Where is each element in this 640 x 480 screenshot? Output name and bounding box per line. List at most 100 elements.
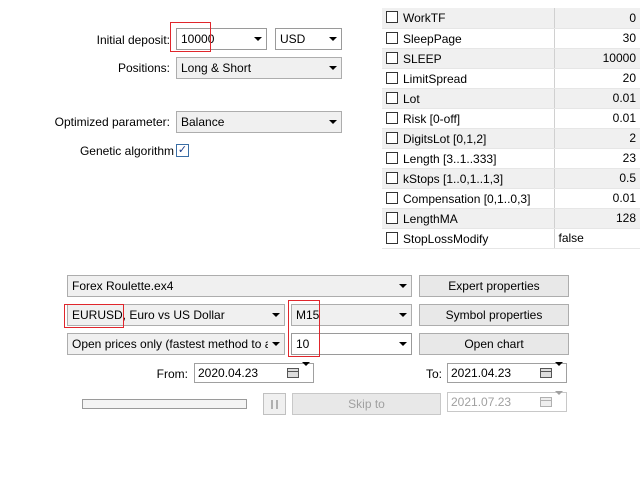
- parameter-row[interactable]: Compensation [0,1..0,3] 0.01: [382, 188, 640, 209]
- symbol-properties-button[interactable]: Symbol properties: [419, 304, 569, 326]
- parameter-name-cell: WorkTF: [382, 8, 555, 29]
- parameter-value[interactable]: 0.01: [554, 88, 640, 109]
- checkbox-icon[interactable]: [386, 91, 398, 104]
- parameter-value[interactable]: 10000: [554, 48, 640, 69]
- parameter-value[interactable]: 20: [554, 68, 640, 89]
- parameter-value[interactable]: 128: [554, 208, 640, 229]
- genetic-algorithm-checkbox[interactable]: ✓: [176, 144, 189, 157]
- checkbox-icon[interactable]: [386, 111, 398, 124]
- expert-properties-button[interactable]: Expert properties: [419, 275, 569, 297]
- chevron-down-icon[interactable]: [325, 29, 341, 49]
- parameter-name: LimitSpread: [403, 71, 468, 86]
- checkbox-icon[interactable]: [386, 31, 398, 44]
- parameter-value[interactable]: 0.01: [554, 188, 640, 209]
- parameter-row[interactable]: SLEEP 10000: [382, 48, 640, 69]
- chevron-down-icon[interactable]: [268, 334, 284, 354]
- parameter-name: Length [3..1..333]: [403, 151, 497, 166]
- chevron-down-icon[interactable]: [268, 305, 284, 325]
- parameter-name-cell: Risk [0-off]: [382, 108, 555, 129]
- parameter-row[interactable]: WorkTF 0: [382, 8, 640, 29]
- parameter-name-cell: DigitsLot [0,1,2]: [382, 128, 555, 149]
- chevron-down-icon[interactable]: [250, 29, 266, 49]
- checkbox-icon[interactable]: [386, 131, 398, 144]
- chevron-down-icon[interactable]: [395, 276, 411, 296]
- parameter-name: DigitsLot [0,1,2]: [403, 131, 487, 146]
- parameter-value[interactable]: 2: [554, 128, 640, 149]
- parameter-row[interactable]: StopLossModify false: [382, 228, 640, 249]
- calendar-icon[interactable]: [540, 368, 552, 378]
- chevron-down-icon[interactable]: [554, 391, 564, 409]
- parameter-name: Lot: [403, 91, 420, 106]
- calendar-icon[interactable]: [287, 368, 299, 378]
- chevron-down-icon[interactable]: [554, 362, 564, 380]
- checkbox-icon[interactable]: [386, 11, 398, 23]
- parameter-name-cell: LengthMA: [382, 208, 555, 229]
- parameter-name: Risk [0-off]: [403, 111, 461, 126]
- parameter-name-cell: StopLossModify: [382, 228, 555, 249]
- parameter-name: kStops [1..0,1..1,3]: [403, 171, 504, 186]
- positions-select[interactable]: Long & Short: [176, 57, 342, 79]
- expert-value: Forex Roulette.ex4: [72, 279, 174, 293]
- parameter-value[interactable]: 0.5: [554, 168, 640, 189]
- spread-select[interactable]: 10: [291, 333, 412, 355]
- skip-to-date-picker[interactable]: 2021.07.23: [447, 391, 567, 412]
- symbol-select[interactable]: EURUSD, Euro vs US Dollar: [67, 304, 285, 326]
- expert-select[interactable]: Forex Roulette.ex4: [67, 275, 412, 297]
- checkbox-icon[interactable]: [386, 171, 398, 184]
- parameter-row[interactable]: DigitsLot [0,1,2] 2: [382, 128, 640, 149]
- period-value: M15: [296, 308, 320, 322]
- parameter-row[interactable]: Lot 0.01: [382, 88, 640, 109]
- skip-to-button[interactable]: Skip to: [292, 393, 441, 415]
- parameter-row[interactable]: LengthMA 128: [382, 208, 640, 229]
- parameter-value[interactable]: 23: [554, 148, 640, 169]
- period-select[interactable]: M15: [291, 304, 412, 326]
- parameter-row[interactable]: LimitSpread 20: [382, 68, 640, 89]
- checkbox-icon[interactable]: [386, 51, 398, 64]
- parameter-name-cell: LimitSpread: [382, 68, 555, 89]
- checkbox-icon[interactable]: [386, 151, 398, 164]
- chevron-down-icon[interactable]: [325, 112, 341, 132]
- test-progress-bar: [82, 399, 247, 409]
- parameter-row[interactable]: Length [3..1..333] 23: [382, 148, 640, 169]
- initial-deposit-combo[interactable]: 10000: [176, 28, 267, 50]
- parameter-value[interactable]: 0.01: [554, 108, 640, 129]
- chevron-down-icon[interactable]: [301, 362, 311, 380]
- parameter-value[interactable]: 30: [554, 28, 640, 49]
- checkbox-icon[interactable]: [386, 211, 398, 224]
- optimized-parameter-select[interactable]: Balance: [176, 111, 342, 133]
- model-select[interactable]: Open prices only (fastest method to anal…: [67, 333, 285, 355]
- checkbox-icon[interactable]: [386, 191, 398, 204]
- chevron-down-icon[interactable]: [395, 334, 411, 354]
- checkbox-icon[interactable]: [386, 71, 398, 84]
- to-date-picker[interactable]: 2021.04.23: [447, 362, 567, 383]
- symbol-value: EURUSD, Euro vs US Dollar: [72, 308, 225, 322]
- parameter-row[interactable]: SleepPage 30: [382, 28, 640, 49]
- parameter-name: SLEEP: [403, 51, 442, 66]
- checkbox-icon[interactable]: [386, 231, 398, 244]
- genetic-algorithm-label: Genetic algorithm: [79, 144, 174, 158]
- parameter-name-cell: Length [3..1..333]: [382, 148, 555, 169]
- parameter-name: SleepPage: [403, 31, 462, 46]
- parameter-name-cell: SleepPage: [382, 28, 555, 49]
- pause-button[interactable]: [263, 393, 286, 415]
- parameter-row[interactable]: kStops [1..0,1..1,3] 0.5: [382, 168, 640, 189]
- optimized-parameter-label: Optimized parameter:: [54, 115, 170, 129]
- from-label: From:: [156, 367, 188, 381]
- open-chart-button[interactable]: Open chart: [419, 333, 569, 355]
- chevron-down-icon[interactable]: [325, 58, 341, 78]
- initial-deposit-label: Initial deposit:: [96, 33, 170, 47]
- skip-to-date-value: 2021.07.23: [451, 395, 512, 409]
- calendar-icon[interactable]: [540, 397, 552, 407]
- parameter-value[interactable]: false: [554, 228, 640, 249]
- currency-select[interactable]: USD: [275, 28, 342, 50]
- parameter-value[interactable]: 0: [554, 8, 640, 29]
- chevron-down-icon[interactable]: [395, 305, 411, 325]
- parameter-name-cell: SLEEP: [382, 48, 555, 69]
- parameter-name-cell: Compensation [0,1..0,3]: [382, 188, 555, 209]
- optimized-parameter-value: Balance: [181, 115, 225, 129]
- checkmark-icon: ✓: [177, 144, 188, 156]
- from-date-value: 2020.04.23: [198, 366, 259, 380]
- inputs-table: WorkTF 0 SleepPage 30 SLEEP 10000 LimitSpread 2…: [382, 8, 640, 249]
- parameter-row[interactable]: Risk [0-off] 0.01: [382, 108, 640, 129]
- from-date-picker[interactable]: 2020.04.23: [194, 362, 314, 383]
